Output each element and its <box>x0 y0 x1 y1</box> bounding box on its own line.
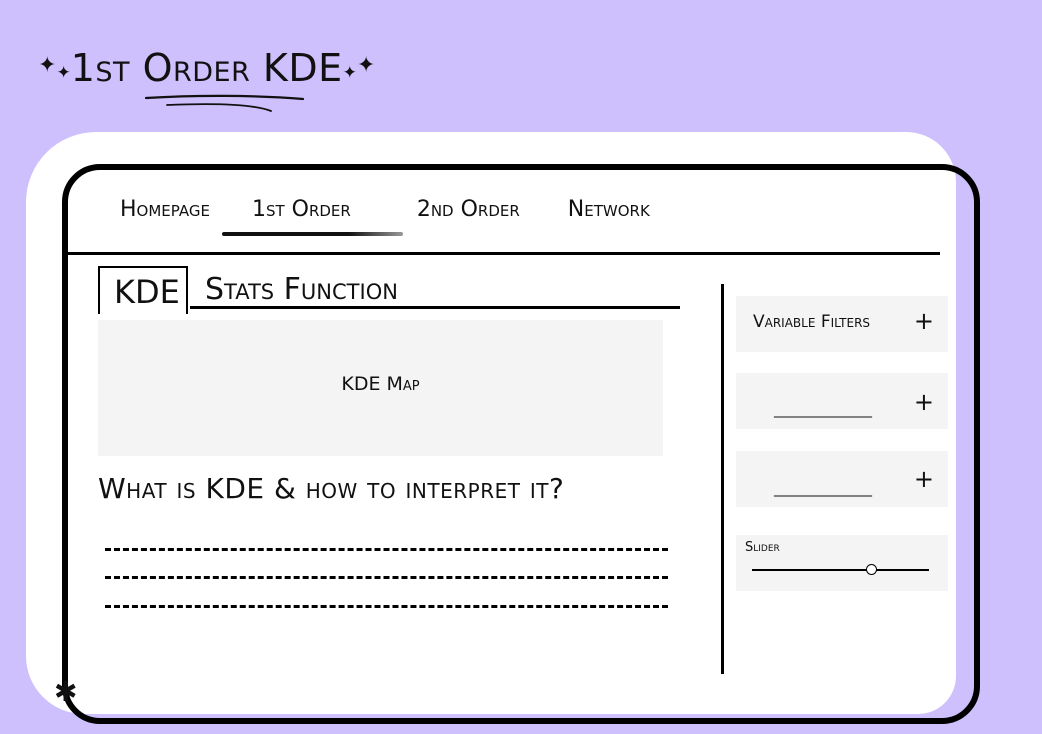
variable-filters-label: Variable Filters <box>753 312 871 332</box>
page-title: 1st Order KDE <box>70 46 343 90</box>
top-nav: Homepage 1st Order 2nd Order Network <box>120 197 692 236</box>
sparkle-icon: ✦ <box>56 62 71 83</box>
sparkle-icon: ✦ <box>342 62 357 83</box>
slider-label: Slider <box>745 540 780 555</box>
nav-1st-order[interactable]: 1st Order <box>222 197 403 236</box>
page-title-row: ✦ ✦ 1st Order KDE ✦ ✦ <box>38 38 375 98</box>
sparkle-icon: ✦ <box>38 53 57 78</box>
nav-divider <box>68 252 940 255</box>
nav-homepage[interactable]: Homepage <box>120 197 210 222</box>
nav-2nd-order[interactable]: 2nd Order <box>417 197 520 222</box>
placeholder-text-line <box>105 548 668 551</box>
asterisk-icon: ✱ <box>54 675 78 708</box>
plus-icon[interactable]: + <box>914 309 934 333</box>
tab-underline <box>190 306 680 309</box>
filter-placeholder: ______________ <box>774 481 872 497</box>
filter-panel[interactable]: ______________ + <box>736 451 948 507</box>
nav-network[interactable]: Network <box>568 197 650 222</box>
kde-explanation-heading: What is KDE & how to interpret it? <box>98 472 565 505</box>
filter-panel[interactable]: ______________ + <box>736 373 948 429</box>
sidebar-divider <box>721 284 724 674</box>
kde-map-label: KDE Map <box>341 373 420 395</box>
placeholder-text-line <box>105 605 668 608</box>
plus-icon[interactable]: + <box>914 390 934 414</box>
tab-kde[interactable]: KDE <box>98 266 188 314</box>
title-underline <box>145 94 305 112</box>
slider-panel: Slider <box>736 535 948 591</box>
variable-filters-panel[interactable]: Variable Filters + <box>736 296 948 352</box>
filter-placeholder: ______________ <box>774 402 872 418</box>
slider-track[interactable] <box>752 564 929 575</box>
sparkle-icon: ✦ <box>356 53 376 78</box>
tab-stats-function[interactable]: Stats Function <box>205 272 398 307</box>
placeholder-text-line <box>105 576 668 579</box>
slider-thumb[interactable] <box>866 564 878 575</box>
kde-map[interactable]: KDE Map <box>98 320 663 456</box>
plus-icon[interactable]: + <box>914 467 934 491</box>
